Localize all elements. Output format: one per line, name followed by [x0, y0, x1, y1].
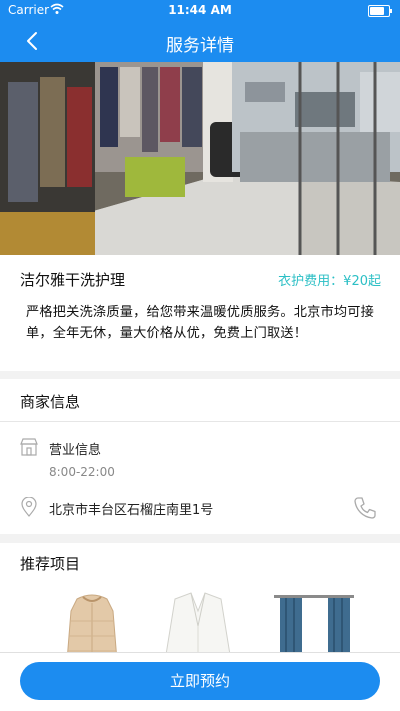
battery-icon — [368, 5, 392, 17]
business-hours: 8:00-22:00 — [49, 465, 115, 479]
status-bar: Carrier 11:44 AM — [0, 0, 400, 20]
service-fee: 衣护费用：¥20起 — [278, 270, 381, 289]
divider — [0, 421, 400, 422]
recommend-item-down-jacket[interactable] — [47, 591, 137, 658]
phone-icon[interactable] — [352, 495, 378, 521]
book-now-button[interactable]: 立即预约 — [20, 662, 380, 700]
bottom-bar: 立即预约 — [0, 652, 400, 711]
service-description: 严格把关洗涤质量，给您带来温暖优质服务。北京市均可接单，全年无休，量大价格从优，… — [26, 305, 375, 341]
location-icon — [21, 497, 37, 517]
recommended-section: 推荐项目 — [0, 543, 400, 658]
recommend-section-title: 推荐项目 — [20, 555, 81, 573]
page-title: 服务详情 — [166, 36, 234, 56]
service-info-card: 洁尔雅干洗护理 衣护费用：¥20起 严格把关洗涤质量，给您带来温暖优质服务。北京… — [0, 255, 400, 371]
recommend-item-blue-curtains[interactable] — [266, 591, 356, 658]
fee-label: 衣护费用： — [278, 274, 344, 289]
clock: 11:44 AM — [168, 3, 232, 17]
merchant-info-section: 商家信息 营业信息 8:00-22:00 北京市丰台区石榴庄南里1号 — [0, 379, 400, 534]
store-icon — [20, 438, 38, 456]
merchant-section-title: 商家信息 — [20, 393, 81, 411]
merchant-address: 北京市丰台区石榴庄南里1号 — [49, 503, 214, 518]
nav-bar: 服务详情 — [0, 20, 400, 62]
carousel-image[interactable] — [0, 62, 400, 255]
fee-value: ¥20起 — [343, 274, 381, 289]
shop-photo — [0, 62, 400, 255]
recommend-item-white-blazer[interactable] — [153, 591, 243, 658]
business-info-label: 营业信息 — [49, 443, 102, 458]
shop-name: 洁尔雅干洗护理 — [20, 271, 126, 289]
